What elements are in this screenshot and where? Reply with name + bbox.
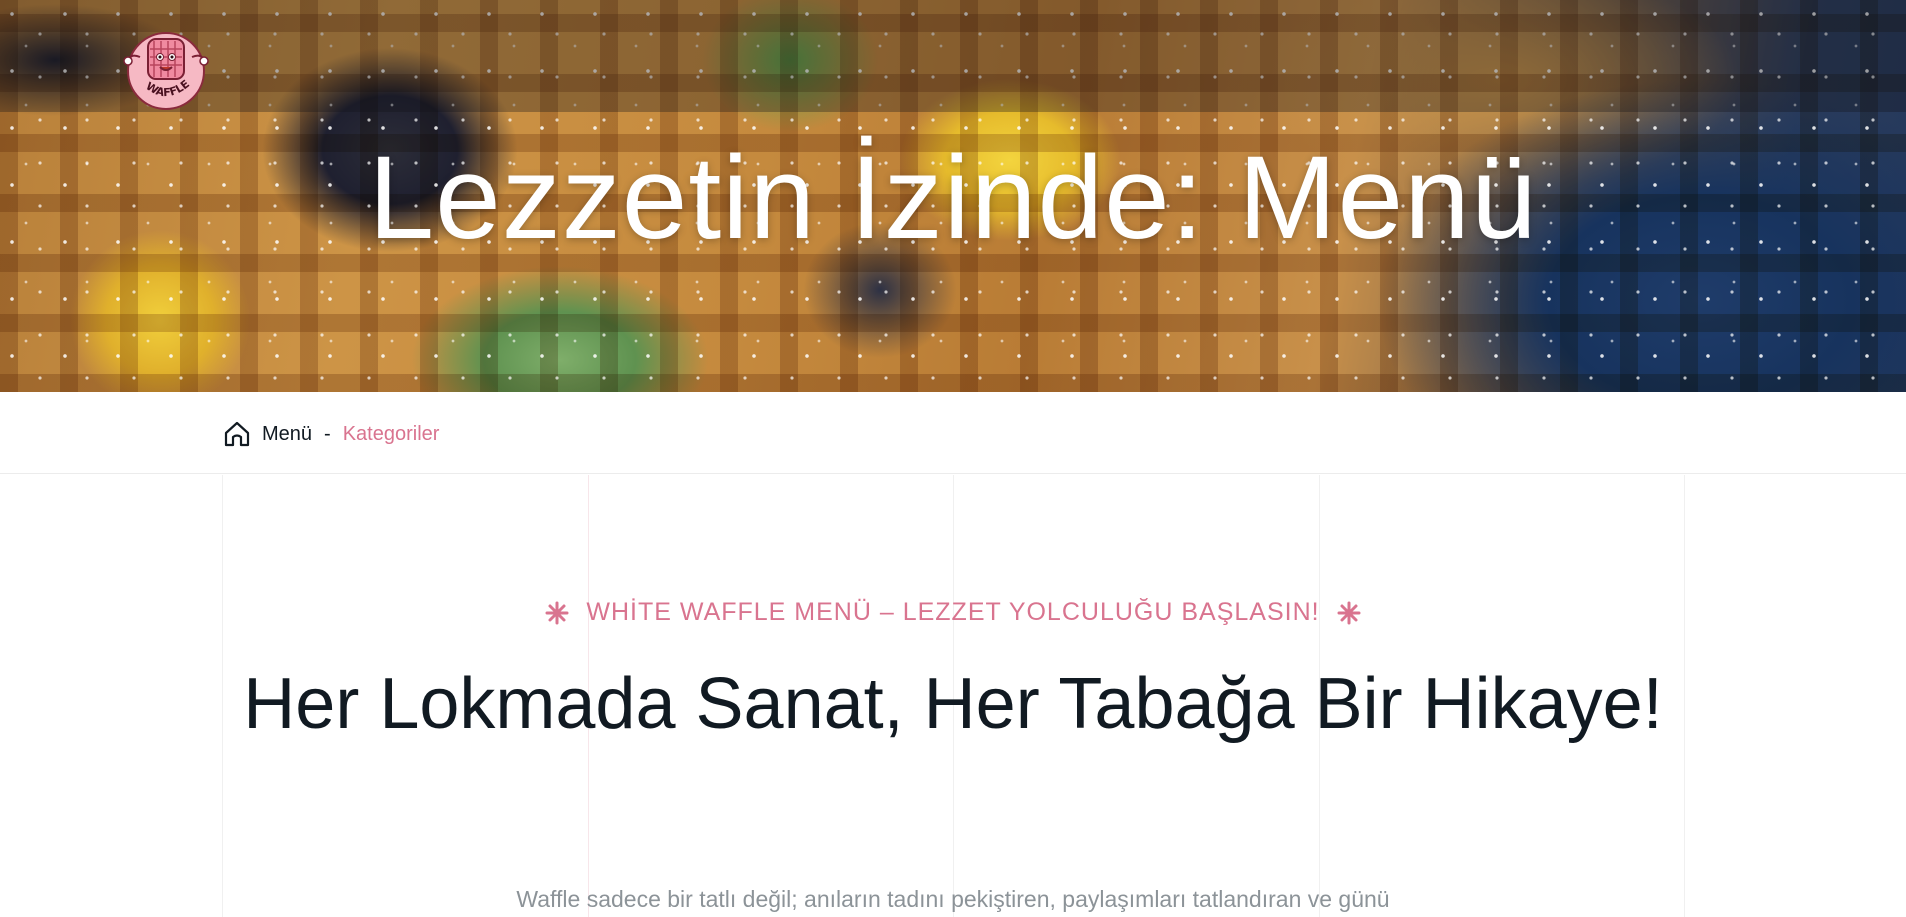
page-title: Lezzetin İzinde: Menü [368, 132, 1538, 264]
grid-line [1684, 475, 1685, 917]
breadcrumb: Menü - Kategoriler [0, 392, 1906, 474]
breadcrumb-separator: - [324, 422, 331, 445]
grid-line [222, 475, 223, 917]
eyebrow-text: WHİTE WAFFLE MENÜ – LEZZET YOLCULUĞU BAŞ… [586, 598, 1320, 626]
asterisk-star-icon [545, 601, 569, 624]
home-icon[interactable] [222, 419, 252, 449]
waffle-mascot-logo-icon: WAFFLE [123, 32, 209, 110]
asterisk-star-icon [1337, 601, 1361, 624]
header-bar [0, 0, 1906, 112]
breadcrumb-link-menu[interactable]: Menü [262, 423, 312, 446]
section-headline: Her Lokmada Sanat, Her Tabağa Bir Hikaye… [243, 664, 1663, 744]
section-body: Waffle sadece bir tatlı değil; anıların … [516, 886, 1390, 912]
section-eyebrow: WHİTE WAFFLE MENÜ – LEZZET YOLCULUĞU BAŞ… [0, 598, 1906, 627]
logo[interactable]: WAFFLE [120, 27, 212, 113]
breadcrumb-current: Kategoriler [342, 422, 440, 445]
